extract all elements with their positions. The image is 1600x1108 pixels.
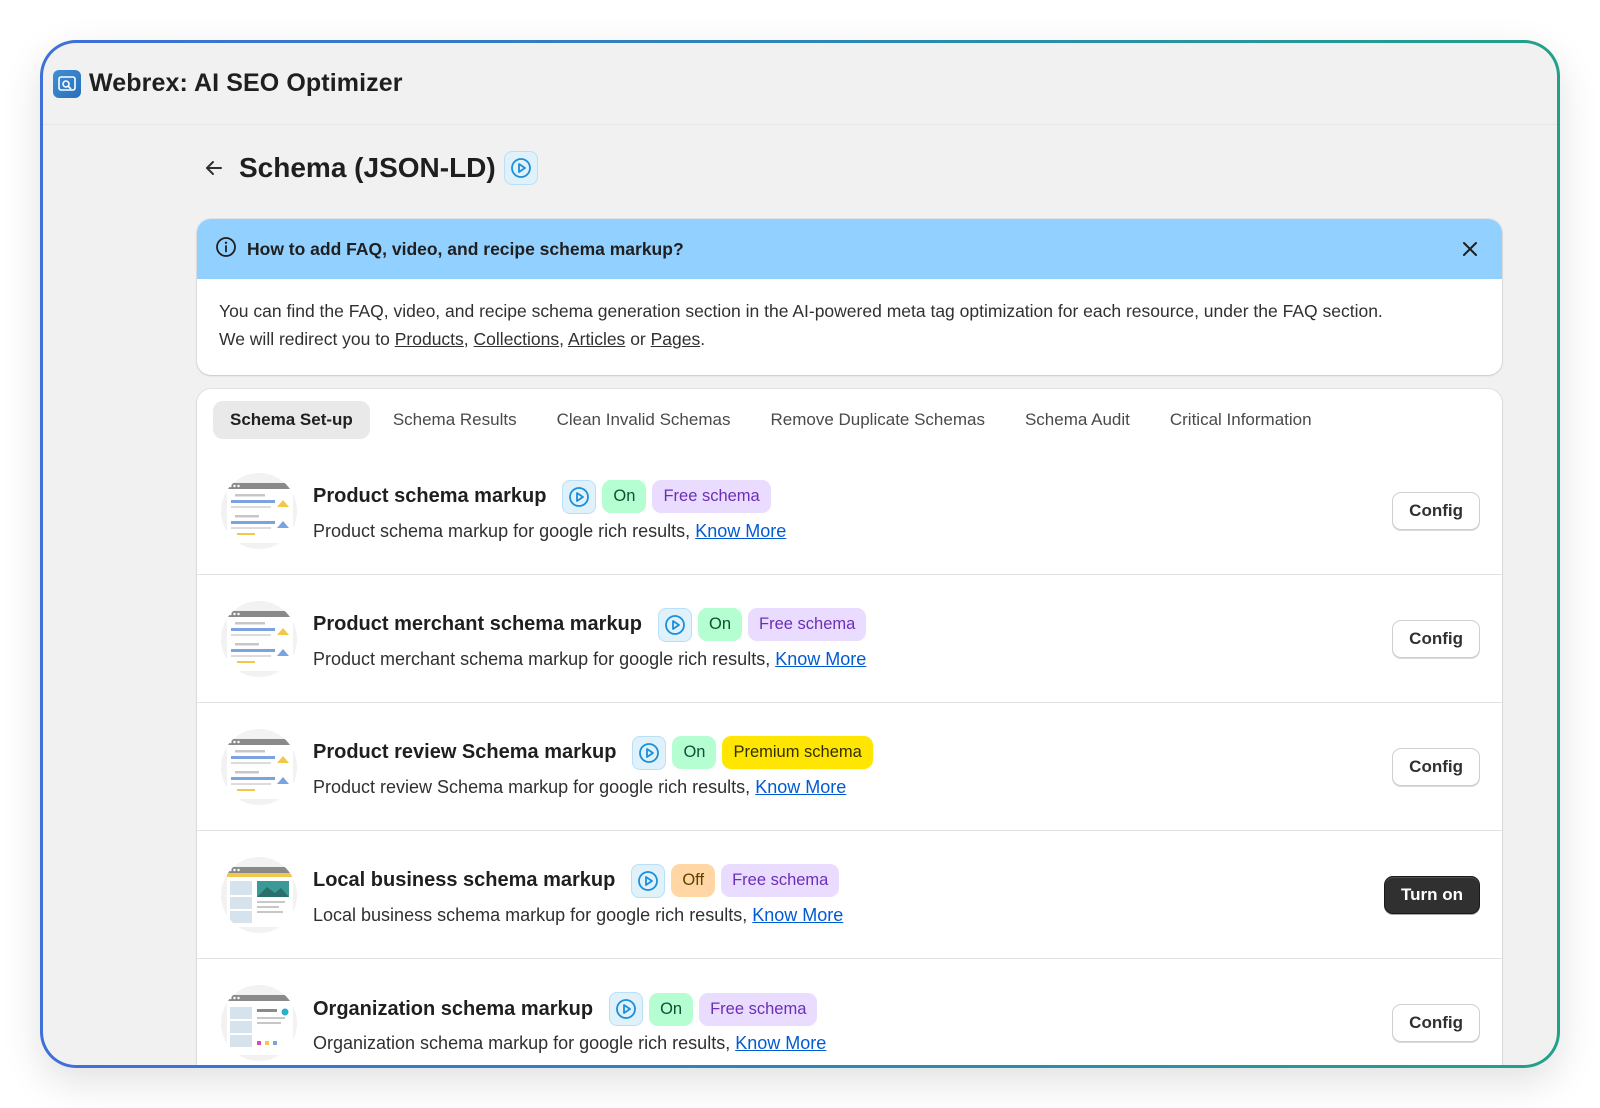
schema-description-text: Product review Schema markup for google … [313, 776, 751, 797]
tab-clean-invalid-schemas[interactable]: Clean Invalid Schemas [540, 401, 748, 439]
schema-title: Product merchant schema markup [313, 613, 642, 635]
banner-redirect-text: We will redirect you to [219, 329, 390, 349]
app-title: Webrex: AI SEO Optimizer [89, 69, 403, 97]
tab-schema-audit[interactable]: Schema Audit [1008, 401, 1147, 439]
articles-link[interactable]: Articles [568, 329, 625, 349]
tier-badge: Free schema [721, 864, 840, 897]
status-badge: Off [671, 864, 716, 897]
schema-thumbnail-icon [221, 472, 297, 549]
schema-row-local-business: Local business schema markup Off Free sc… [197, 831, 1502, 959]
video-play-icon[interactable] [632, 735, 667, 770]
schema-row-product: Product schema markup On Free schema Pro… [197, 447, 1502, 575]
comma-separator: , [463, 329, 469, 349]
seo-magnifier-icon [53, 69, 81, 98]
schema-title: Organization schema markup [313, 997, 594, 1020]
schema-description: Local business schema markup for google … [313, 905, 1384, 926]
schema-description: Product merchant schema markup for googl… [313, 649, 1392, 670]
schema-description: Product schema markup for google rich re… [313, 521, 1392, 542]
schema-description: Product review Schema markup for google … [313, 777, 1392, 798]
close-icon[interactable] [1456, 235, 1484, 263]
know-more-link[interactable]: Know More [695, 521, 786, 541]
page-title: Schema (JSON-LD) [239, 152, 496, 183]
schema-row-text: Product review Schema markup On Premium … [313, 735, 1392, 798]
schema-row-text: Product merchant schema markup On Free s… [313, 607, 1392, 670]
schema-row-text: Local business schema markup Off Free sc… [313, 863, 1384, 926]
video-play-icon[interactable] [658, 607, 692, 642]
page-header: Schema (JSON-LD) [197, 133, 1502, 203]
tab-schema-setup[interactable]: Schema Set-up [213, 401, 370, 439]
schema-description-text: Product merchant schema markup for googl… [313, 648, 771, 669]
schema-row-organization: Organization schema markup On Free schem… [197, 959, 1502, 1065]
tier-badge: Free schema [699, 992, 818, 1026]
schema-row-product-merchant: Product merchant schema markup On Free s… [197, 575, 1502, 703]
schema-description: Organization schema markup for google ri… [313, 1033, 1392, 1054]
schema-thumbnail-icon [221, 856, 297, 933]
schema-title-line: Product schema markup On Free schema [313, 479, 1392, 514]
banner-header: How to add FAQ, video, and recipe schema… [197, 219, 1502, 279]
banner-body: You can find the FAQ, video, and recipe … [197, 279, 1502, 375]
tab-bar: Schema Set-up Schema Results Clean Inval… [197, 389, 1502, 447]
config-button[interactable]: Config [1392, 619, 1480, 658]
schema-row-text: Organization schema markup On Free schem… [313, 992, 1392, 1054]
know-more-link[interactable]: Know More [735, 1033, 826, 1053]
main-content: Schema (JSON-LD) How to add FAQ, video, … [197, 125, 1502, 1065]
comma-separator: , [559, 329, 565, 349]
tier-badge: Premium schema [722, 736, 873, 769]
tier-badge: Free schema [652, 480, 771, 513]
schema-title-line: Organization schema markup On Free schem… [313, 992, 1392, 1026]
video-play-icon[interactable] [631, 863, 666, 898]
status-badge: On [649, 992, 694, 1026]
know-more-link[interactable]: Know More [752, 905, 843, 925]
schema-description-text: Local business schema markup for google … [313, 904, 748, 925]
tier-badge: Free schema [748, 608, 867, 641]
banner-title: How to add FAQ, video, and recipe schema… [247, 238, 684, 259]
app-header: Webrex: AI SEO Optimizer [43, 43, 1557, 125]
schema-title: Product review Schema markup [313, 741, 617, 763]
status-badge: On [602, 480, 647, 513]
products-link[interactable]: Products [395, 329, 464, 349]
config-button[interactable]: Config [1392, 1004, 1480, 1042]
video-play-icon[interactable] [562, 479, 597, 514]
info-banner: How to add FAQ, video, and recipe schema… [197, 219, 1502, 375]
schema-title-line: Product merchant schema markup On Free s… [313, 607, 1392, 642]
know-more-link[interactable]: Know More [755, 777, 846, 797]
collections-link[interactable]: Collections [474, 329, 560, 349]
video-play-icon[interactable] [503, 151, 538, 185]
or-separator: or [630, 329, 646, 349]
info-icon [215, 236, 237, 263]
schema-card: Schema Set-up Schema Results Clean Inval… [197, 389, 1502, 1065]
pages-link[interactable]: Pages [651, 329, 701, 349]
banner-text-2: We will redirect you to Products, Collec… [219, 325, 1480, 353]
schema-thumbnail-icon [221, 600, 297, 677]
know-more-link[interactable]: Know More [775, 649, 866, 669]
back-arrow-icon[interactable] [197, 151, 231, 185]
schema-title: Local business schema markup [313, 869, 616, 891]
period: . [700, 329, 706, 349]
status-badge: On [672, 736, 717, 769]
tab-remove-duplicate-schemas[interactable]: Remove Duplicate Schemas [753, 401, 1001, 439]
schema-row-text: Product schema markup On Free schema Pro… [313, 479, 1392, 542]
schema-description-text: Product schema markup for google rich re… [313, 520, 691, 541]
schema-title-line: Local business schema markup Off Free sc… [313, 863, 1384, 898]
schema-title-line: Product review Schema markup On Premium … [313, 735, 1392, 770]
video-play-icon[interactable] [609, 992, 644, 1026]
banner-text-1: You can find the FAQ, video, and recipe … [219, 301, 1383, 321]
config-button[interactable]: Config [1392, 747, 1480, 786]
tab-critical-information[interactable]: Critical Information [1153, 401, 1329, 439]
tab-schema-results[interactable]: Schema Results [376, 401, 534, 439]
schema-title: Product schema markup [313, 485, 547, 507]
app-window: Webrex: AI SEO Optimizer Schema (JSON-LD… [40, 40, 1560, 1068]
schema-row-product-review: Product review Schema markup On Premium … [197, 703, 1502, 831]
schema-thumbnail-icon [221, 728, 297, 805]
turn-on-button[interactable]: Turn on [1384, 875, 1480, 914]
schema-thumbnail-icon [221, 985, 297, 1061]
schema-description-text: Organization schema markup for google ri… [313, 1033, 731, 1053]
config-button[interactable]: Config [1392, 491, 1480, 530]
status-badge: On [698, 608, 743, 641]
